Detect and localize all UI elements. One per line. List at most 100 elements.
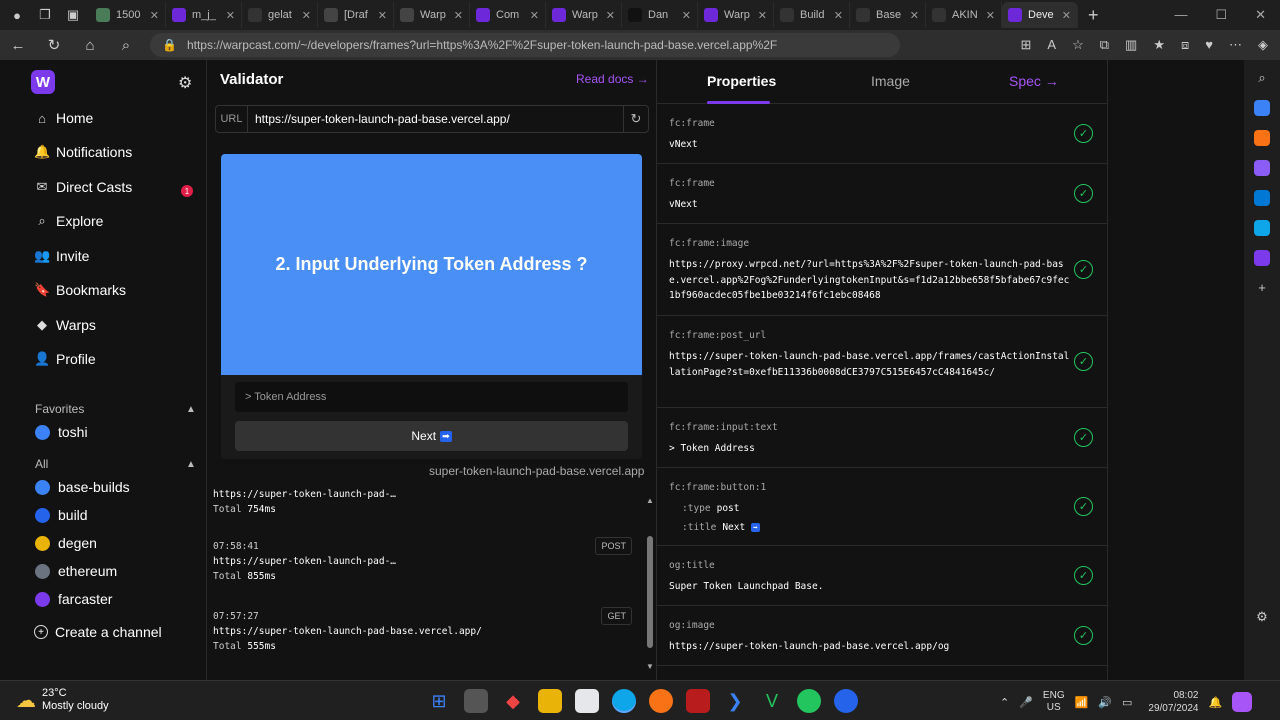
channel-item[interactable]: ethereum: [35, 563, 117, 579]
browser-tab[interactable]: Warp ✕: [394, 2, 470, 28]
read-docs-link[interactable]: Read docs →: [576, 72, 649, 86]
tab-close-icon[interactable]: ✕: [986, 9, 995, 22]
browser-tab[interactable]: m_j_ ✕: [166, 2, 242, 28]
wifi-icon[interactable]: 📶: [1075, 696, 1089, 709]
sidebar-item-home[interactable]: ⌂ Home: [34, 110, 93, 126]
app-diamond-icon[interactable]: ◆: [501, 689, 525, 713]
create-channel-button[interactable]: + Create a channel: [34, 624, 162, 640]
workspaces-icon[interactable]: ❐: [34, 4, 56, 26]
browser-tab[interactable]: Build ✕: [774, 2, 850, 28]
store-icon[interactable]: [575, 689, 599, 713]
favorite-star-icon[interactable]: ☆: [1072, 37, 1084, 53]
tab-close-icon[interactable]: ✕: [454, 9, 463, 22]
antivirus-icon[interactable]: [686, 689, 710, 713]
tab-close-icon[interactable]: ✕: [606, 9, 615, 22]
split-screen-icon[interactable]: ▥: [1125, 37, 1137, 53]
channel-item[interactable]: base-builds: [35, 479, 130, 495]
url-input[interactable]: https://super-token-launch-pad-base.verc…: [248, 106, 624, 132]
tab-spec[interactable]: Spec →: [1009, 73, 1059, 89]
favorite-channel[interactable]: toshi: [35, 424, 88, 440]
new-tab-button[interactable]: +: [1088, 5, 1099, 26]
address-bar[interactable]: 🔒 https://warpcast.com/~/developers/fram…: [150, 33, 900, 57]
tab-close-icon[interactable]: ✕: [682, 9, 691, 22]
tab-close-icon[interactable]: ✕: [530, 9, 539, 22]
log-entry[interactable]: 07:58:41 https://super-token-launch-pad-……: [213, 537, 638, 582]
battery-icon[interactable]: ▭: [1122, 696, 1132, 709]
telegram-icon[interactable]: [1254, 220, 1270, 236]
tab-close-icon[interactable]: ✕: [1062, 9, 1071, 22]
browser-tab[interactable]: Dan ✕: [622, 2, 698, 28]
sidebar-item-warps[interactable]: ◆ Warps: [34, 317, 96, 333]
vector-icon[interactable]: V: [760, 689, 784, 713]
windows-start-icon[interactable]: ⊞: [427, 689, 451, 713]
browser-tab[interactable]: Com ✕: [470, 2, 546, 28]
scrollbar-thumb[interactable]: [647, 536, 653, 648]
chevron-up-icon[interactable]: ⌃: [1000, 696, 1009, 709]
channel-item[interactable]: farcaster: [35, 591, 112, 607]
channel-item[interactable]: build: [35, 507, 88, 523]
back-icon[interactable]: ←: [0, 37, 36, 54]
spotify-icon[interactable]: [797, 689, 821, 713]
tab-properties[interactable]: Properties: [707, 73, 776, 89]
tools-icon[interactable]: [1254, 130, 1270, 146]
sidebar-item-direct-casts[interactable]: ✉ Direct Casts: [34, 179, 133, 195]
sidebar-item-notifications[interactable]: 🔔 Notifications: [34, 144, 132, 160]
games-icon[interactable]: [1254, 160, 1270, 176]
outlook-icon[interactable]: [1254, 190, 1270, 206]
gear-icon[interactable]: ⚙: [178, 73, 192, 93]
tab-close-icon[interactable]: ✕: [150, 9, 159, 22]
tab-image[interactable]: Image: [871, 73, 910, 89]
zoom-icon[interactable]: [834, 689, 858, 713]
tab-close-icon[interactable]: ✕: [378, 9, 387, 22]
tab-actions-icon[interactable]: ▣: [62, 4, 84, 26]
search-icon[interactable]: ⌕: [1258, 70, 1265, 86]
tab-close-icon[interactable]: ✕: [758, 9, 767, 22]
browser-tab[interactable]: Base ✕: [850, 2, 926, 28]
token-address-input[interactable]: > Token Address: [235, 382, 628, 412]
channel-item[interactable]: degen: [35, 535, 97, 551]
copilot-icon[interactable]: [1232, 692, 1253, 712]
profile-icon[interactable]: ●: [6, 4, 28, 26]
extensions-icon[interactable]: ⧉: [1100, 37, 1109, 53]
next-button[interactable]: Next ➡: [235, 421, 628, 451]
sidebar-item-profile[interactable]: 👤 Profile: [34, 351, 96, 367]
browser-essentials-icon[interactable]: ♥: [1205, 37, 1213, 53]
reload-icon[interactable]: ↻: [36, 36, 72, 54]
chevron-up-icon[interactable]: ▲: [186, 459, 196, 470]
copilot-icon[interactable]: ◈: [1258, 37, 1268, 53]
add-icon[interactable]: +: [1258, 280, 1266, 295]
minimize-icon[interactable]: —: [1174, 7, 1187, 23]
log-entry[interactable]: https://super-token-launch-pad-… Total 75…: [213, 487, 638, 515]
weather-widget[interactable]: ☁ 23°C Mostly cloudy: [16, 687, 109, 713]
tab-close-icon[interactable]: ✕: [910, 9, 919, 22]
task-view-icon[interactable]: [464, 689, 488, 713]
microphone-icon[interactable]: 🎤: [1019, 696, 1033, 709]
browser-tab[interactable]: 1500 ✕: [90, 2, 166, 28]
refresh-icon[interactable]: ↻: [624, 111, 648, 127]
shopping-icon[interactable]: [1254, 100, 1270, 116]
app-icon[interactable]: [1254, 250, 1270, 266]
log-entry[interactable]: 07:57:27 https://super-token-launch-pad-b…: [213, 607, 638, 652]
scroll-down-icon[interactable]: ▼: [646, 662, 654, 671]
chrome-icon[interactable]: [649, 689, 673, 713]
warpcast-logo[interactable]: W: [31, 70, 55, 94]
browser-tab[interactable]: gelat ✕: [242, 2, 318, 28]
read-aloud-icon[interactable]: A: [1047, 37, 1056, 53]
close-window-icon[interactable]: ✕: [1255, 7, 1266, 23]
notification-bell-icon[interactable]: 🔔: [1208, 696, 1222, 709]
app-view-icon[interactable]: ⊞: [1021, 37, 1032, 53]
settings-icon[interactable]: ⚙: [1256, 609, 1268, 625]
search-icon[interactable]: ⌕: [108, 37, 144, 54]
file-explorer-icon[interactable]: [538, 689, 562, 713]
browser-tab[interactable]: Deve ✕: [1002, 2, 1078, 28]
favorites-icon[interactable]: ★: [1153, 37, 1165, 53]
volume-icon[interactable]: 🔊: [1098, 696, 1112, 709]
scroll-up-icon[interactable]: ▲: [646, 496, 654, 505]
tab-close-icon[interactable]: ✕: [834, 9, 843, 22]
log-scrollbar[interactable]: ▲ ▼: [645, 492, 655, 675]
browser-tab[interactable]: Warp ✕: [698, 2, 774, 28]
browser-tab[interactable]: [Draf ✕: [318, 2, 394, 28]
chevron-up-icon[interactable]: ▲: [186, 404, 196, 415]
browser-tab[interactable]: AKIN ✕: [926, 2, 1002, 28]
vscode-icon[interactable]: ❯: [723, 689, 747, 713]
